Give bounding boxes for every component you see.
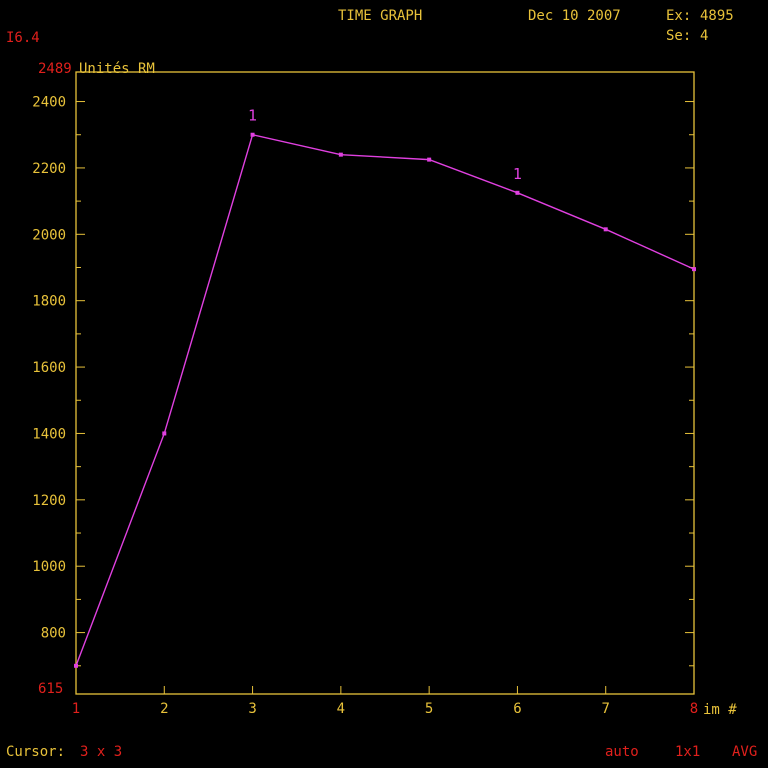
x-tick-label: 2 [160,701,168,717]
x-tick-label: 6 [513,701,521,717]
y-tick-label: 1000 [32,559,66,575]
y-tick-label: 1800 [32,294,66,310]
mode-indicator[interactable]: auto [605,744,639,760]
data-point [250,132,255,137]
data-point [603,227,608,232]
data-point [74,663,78,668]
data-point [692,267,696,272]
stat-indicator[interactable]: AVG [732,744,757,760]
data-point [338,152,343,157]
data-point [427,157,432,162]
x-tick-label: 7 [601,701,609,717]
series-marker-label: 1 [513,165,522,183]
series-line [75,133,695,667]
zoom-indicator[interactable]: 1x1 [675,744,700,760]
y-tick-label: 2200 [32,161,66,177]
data-point [515,190,520,195]
data-point [162,431,167,436]
time-graph-chart: 800 1000 1200 1400 1600 1800 2000 2200 2400 1 2 3 4… [32,71,698,717]
y-tick-label: 800 [41,626,66,642]
x-tick-label: 8 [690,701,698,717]
x-tick-label: 4 [337,701,345,717]
y-tick-label: 1600 [32,360,66,376]
y-tick-label: 1200 [32,493,66,509]
y-tick-label: 2400 [32,95,66,111]
plot-frame [75,71,695,695]
x-axis-label: im # [703,702,737,718]
y-tick-label: 2000 [32,227,66,243]
series-marker-label: 1 [248,107,257,125]
y-tick-label: 1400 [32,426,66,442]
x-tick-label: 1 [72,701,80,717]
x-tick-label: 3 [248,701,256,717]
x-tick-label: 5 [425,701,433,717]
cursor-value[interactable]: 3 x 3 [80,744,122,760]
cursor-label: Cursor: [6,744,66,760]
